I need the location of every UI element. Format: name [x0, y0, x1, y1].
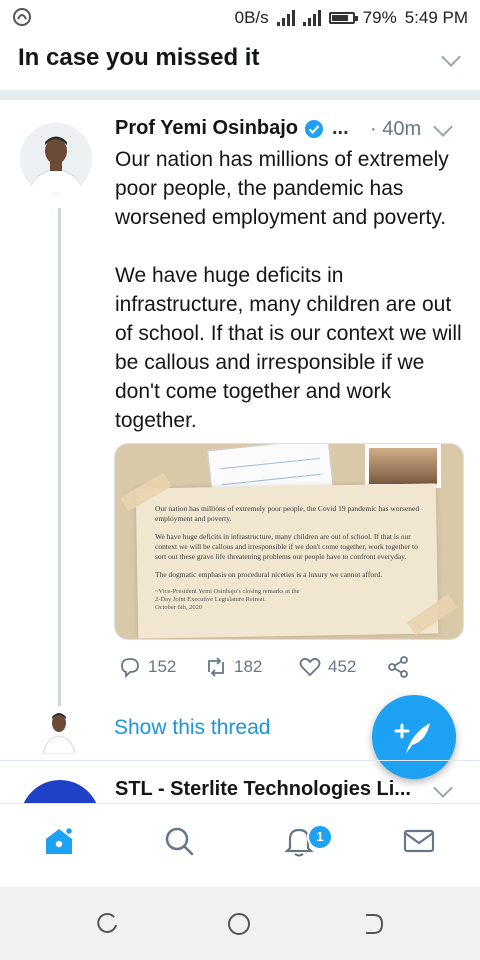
media-quote-paragraph: The dogmatic emphasis on procedural nice… [155, 570, 383, 579]
tweet-author-row[interactable]: Prof Yemi Osinbajo [115, 117, 324, 140]
search-icon [165, 827, 194, 856]
like-count: 452 [328, 657, 357, 676]
share-button[interactable] [386, 655, 410, 679]
show-thread-link[interactable]: Show this thread [114, 716, 270, 740]
media-quote-text: Our nation has millions of extremely poo… [155, 504, 425, 612]
tweet-actions: 152 182 452 [118, 655, 418, 685]
compose-tweet-button[interactable] [372, 695, 456, 779]
app-icon [13, 8, 31, 26]
tweet-author-name[interactable]: STL - Sterlite Technologies Li... [115, 778, 411, 801]
verified-badge-icon [305, 119, 324, 138]
status-indicators: 0B/s 79% 5:49 PM [235, 8, 468, 28]
avatar[interactable] [20, 123, 92, 195]
reply-icon [121, 658, 139, 679]
retweet-icon [208, 657, 224, 677]
tweet-divider [0, 760, 480, 761]
media-quote-paragraph: Our nation has millions of extremely poo… [155, 504, 420, 523]
reply-button[interactable]: 152 [118, 655, 176, 679]
home-nav-icon[interactable] [226, 911, 252, 937]
avatar[interactable] [40, 708, 78, 754]
retweet-count: 182 [234, 657, 263, 676]
notifications-badge: 1 [307, 824, 333, 850]
tweet-text: Our nation has millions of extremely poo… [115, 145, 470, 464]
back-icon[interactable] [360, 911, 386, 937]
tweet-author-name[interactable]: Prof Yemi Osinbajo [115, 117, 298, 140]
battery-icon [328, 12, 358, 24]
network-speed: 0B/s [234, 8, 269, 27]
tweet-media-image[interactable]: Our nation has millions of extremely poo… [114, 443, 464, 640]
chevron-down-icon[interactable] [441, 47, 461, 67]
recent-apps-icon[interactable] [94, 911, 120, 937]
media-attribution: ~Vice-President Yemi Osinbajo's closing … [155, 588, 300, 595]
tweet-paragraph: We have huge deficits in infrastructure,… [115, 264, 462, 432]
like-button[interactable]: 452 [298, 655, 356, 679]
author-handle-truncated: ... [332, 117, 349, 139]
thread-line [58, 208, 61, 706]
like-icon [299, 657, 321, 677]
compose-tweet-icon [394, 723, 430, 753]
tweet-timestamp: · 40m [370, 118, 422, 140]
tab-messages[interactable] [402, 824, 442, 864]
clock: 5:49 PM [404, 8, 468, 27]
system-nav-bar [0, 887, 480, 960]
signal-icon [302, 10, 321, 26]
home-icon [46, 826, 74, 854]
signal-icon [276, 10, 295, 26]
media-quote-paragraph: We have huge deficits in infrastructure,… [155, 532, 418, 561]
retweet-button[interactable]: 182 [204, 655, 262, 679]
bottom-tab-bar: 1 [0, 803, 480, 888]
media-attribution: October 6th, 2020 [155, 604, 203, 611]
battery-percent: 79% [362, 8, 397, 27]
tab-search[interactable] [162, 824, 202, 864]
section-divider [0, 90, 480, 100]
section-header: In case you missed it [0, 36, 480, 86]
tab-home[interactable] [42, 824, 82, 864]
share-icon [388, 656, 408, 678]
chevron-down-icon[interactable] [433, 778, 453, 798]
reply-count: 152 [148, 657, 177, 676]
portrait-photo [365, 444, 441, 488]
tweet-paragraph: Our nation has millions of extremely poo… [115, 148, 449, 229]
status-bar: 0B/s 79% 5:49 PM [0, 0, 480, 36]
chevron-down-icon[interactable] [433, 117, 453, 137]
media-attribution: 2-Day Joint Executive Legislature Retrea… [155, 596, 267, 603]
section-title: In case you missed it [18, 44, 260, 71]
messages-icon [403, 829, 435, 853]
